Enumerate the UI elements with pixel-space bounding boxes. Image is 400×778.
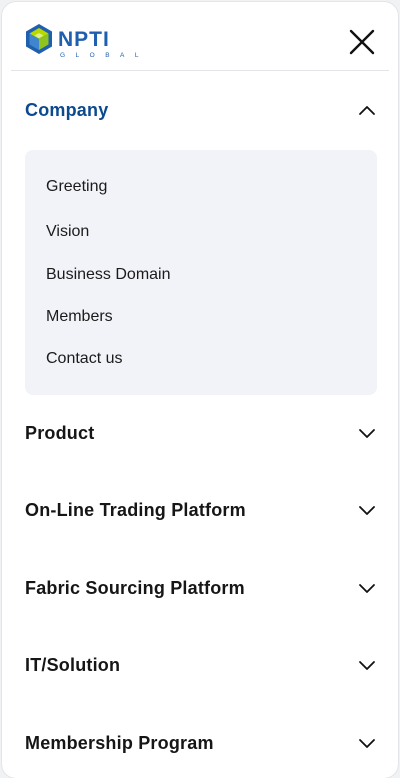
chevron-down-icon[interactable] — [357, 500, 377, 520]
chevron-down-icon[interactable] — [357, 578, 377, 598]
submenu-item-vision[interactable]: Vision — [46, 222, 89, 242]
submenu-item-greeting[interactable]: Greeting — [46, 177, 107, 197]
company-submenu: Greeting Vision Business Domain Members … — [25, 150, 377, 395]
mobile-menu-panel: NPTI GLOBAL Company Greeting Vision Busi… — [2, 2, 398, 778]
menu-label-company: Company — [25, 99, 109, 120]
logo-mark-icon — [26, 24, 52, 54]
menu-item-company[interactable]: Company — [25, 90, 377, 130]
menu-item-membership[interactable]: Membership Program — [25, 723, 377, 763]
chevron-down-icon[interactable] — [357, 733, 377, 753]
menu-item-online-trading[interactable]: On-Line Trading Platform — [25, 490, 377, 530]
menu-label-online-trading: On-Line Trading Platform — [25, 499, 246, 520]
chevron-down-icon[interactable] — [357, 423, 377, 443]
submenu-item-business-domain[interactable]: Business Domain — [46, 265, 171, 285]
menu-item-product[interactable]: Product — [25, 413, 377, 453]
menu-item-it-solution[interactable]: IT/Solution — [25, 645, 377, 685]
npti-global-logo[interactable]: NPTI GLOBAL — [23, 22, 153, 60]
menu-label-it-solution: IT/Solution — [25, 654, 121, 675]
submenu-item-contact-us[interactable]: Contact us — [46, 349, 122, 369]
chevron-down-icon[interactable] — [357, 655, 377, 675]
menu-label-product: Product — [25, 422, 95, 443]
menu-item-fabric-sourcing[interactable]: Fabric Sourcing Platform — [25, 568, 377, 608]
header-divider — [11, 70, 389, 71]
submenu-item-members[interactable]: Members — [46, 307, 113, 327]
close-icon[interactable] — [345, 25, 379, 59]
menu-label-membership: Membership Program — [25, 732, 214, 753]
chevron-up-icon[interactable] — [357, 100, 377, 120]
logo-subtext: GLOBAL — [60, 52, 149, 59]
logo-wordmark: NPTI — [58, 28, 110, 51]
menu-header: NPTI GLOBAL — [2, 2, 398, 71]
menu-label-fabric-sourcing: Fabric Sourcing Platform — [25, 577, 245, 598]
